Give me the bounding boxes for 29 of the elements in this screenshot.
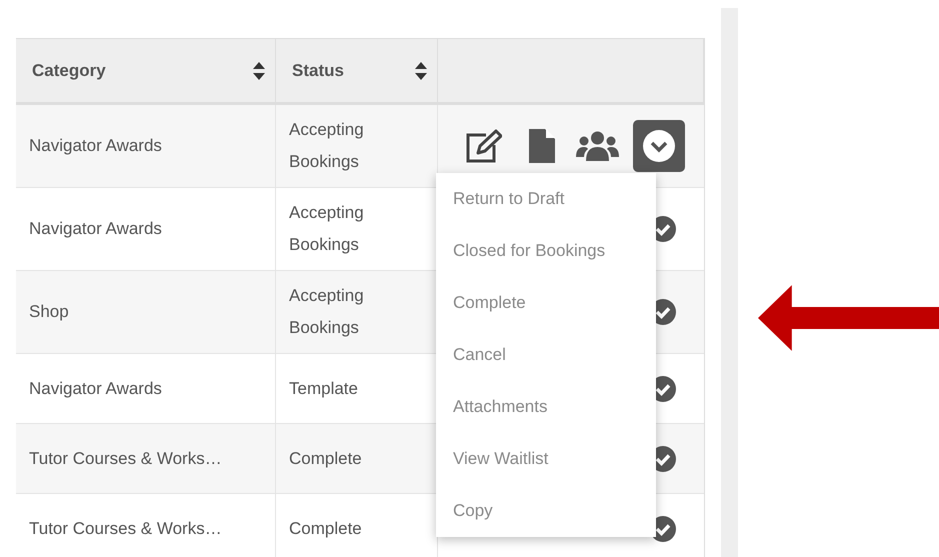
menu-item[interactable]: Closed for Bookings <box>436 225 656 277</box>
users-icon[interactable] <box>576 131 619 161</box>
menu-item[interactable]: Return to Draft <box>436 173 656 225</box>
column-header[interactable]: Category <box>32 60 106 80</box>
document-icon[interactable] <box>529 129 555 163</box>
column-header[interactable]: Status <box>292 60 344 80</box>
table-cell-text: Navigator Awards <box>29 135 162 157</box>
table-cell-text: Template <box>289 378 358 400</box>
table-cell-text: Tutor Courses & Works… <box>29 448 222 470</box>
sort-icon[interactable] <box>415 62 427 80</box>
table-cell-text: Navigator Awards <box>29 218 162 240</box>
check-circle-icon[interactable] <box>650 516 676 542</box>
table-cell-text: Complete <box>289 448 362 470</box>
dropdown-button[interactable] <box>633 120 685 172</box>
menu-item[interactable]: Complete <box>436 277 656 329</box>
edit-icon[interactable] <box>464 129 502 163</box>
table-cell-text: Accepting Bookings <box>289 202 365 256</box>
table-cell-text: Accepting Bookings <box>289 285 365 339</box>
table-cell-text: Navigator Awards <box>29 378 162 400</box>
sort-icon[interactable] <box>253 62 265 80</box>
table-cell-text: Tutor Courses & Works… <box>29 518 222 540</box>
table-cell-text: Complete <box>289 518 362 540</box>
menu-item[interactable]: Cancel <box>436 329 656 381</box>
chevron-down-icon <box>643 130 675 162</box>
menu-item[interactable]: View Waitlist <box>436 433 656 485</box>
menu-item[interactable]: Attachments <box>436 381 656 433</box>
table-cell-text: Accepting Bookings <box>289 119 365 173</box>
menu-item[interactable]: Copy <box>436 485 656 537</box>
table-cell-text: Shop <box>29 301 69 323</box>
